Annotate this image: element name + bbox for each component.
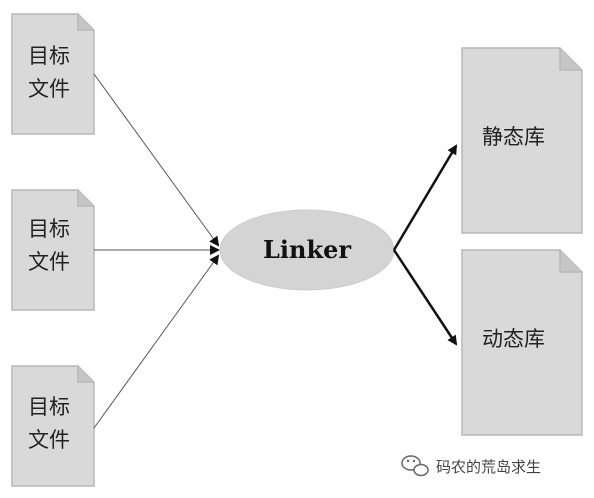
watermark-text: 码农的荒岛求生 [436, 458, 541, 476]
linker-to-dynamic-arrow [392, 249, 458, 346]
input-document-1-label-line2: 文件 [28, 77, 70, 101]
document-shape [11, 365, 95, 487]
input-3-connector [93, 254, 220, 429]
diagram-svg: 目标 文件 目标 文件 目标 文件 Linker 静态库 动态库 码农的荒岛求生 [11, 13, 583, 487]
output-document-dynamic: 动态库 [461, 249, 583, 436]
input-document-1-label-line1: 目标 [28, 44, 70, 68]
output-dynamic-label: 动态库 [482, 327, 545, 351]
input-document-1: 目标 文件 [11, 13, 95, 135]
output-document-static: 静态库 [461, 47, 583, 234]
output-static-label: 静态库 [482, 125, 545, 149]
input-document-3: 目标 文件 [11, 365, 95, 487]
document-shape [11, 13, 95, 135]
wechat-icon [401, 455, 429, 477]
linker-node: Linker [219, 209, 395, 291]
watermark: 码农的荒岛求生 [401, 455, 541, 477]
linker-label: Linker [263, 235, 351, 264]
input-document-3-label-line1: 目标 [28, 395, 70, 419]
linker-diagram: 目标 文件 目标 文件 目标 文件 Linker 静态库 动态库 码农的荒岛求生 [0, 0, 594, 498]
document-fold [559, 250, 582, 273]
linker-to-static-arrow [392, 144, 458, 251]
input-document-2-label-line2: 文件 [28, 250, 70, 274]
input-document-2: 目标 文件 [11, 189, 95, 311]
input-document-2-label-line1: 目标 [28, 217, 70, 241]
input-1-connector [93, 73, 220, 247]
input-document-3-label-line2: 文件 [28, 428, 70, 452]
